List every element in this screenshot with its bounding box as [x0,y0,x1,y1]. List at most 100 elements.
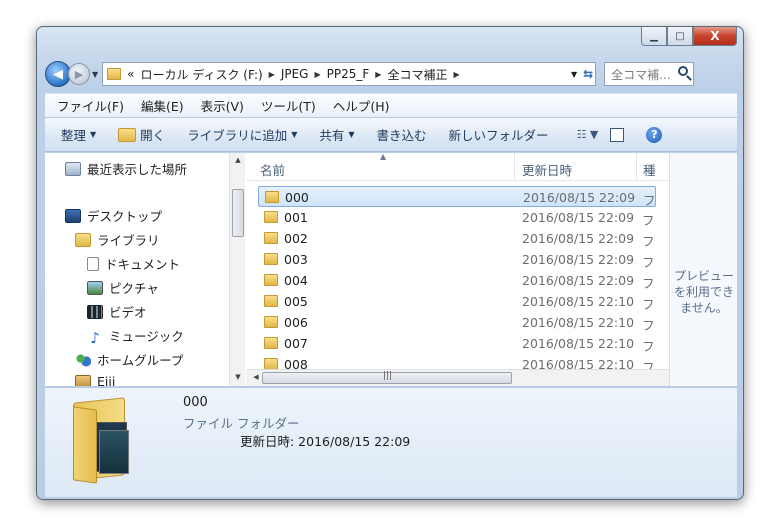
file-list-horizontal-scrollbar[interactable]: ◀ ||| ▶ [246,369,669,386]
file-row[interactable]: 002 2016/08/15 22:09 フ [258,228,656,249]
share-button[interactable]: 共有 ▼ [319,125,354,144]
navigation-scrollbar[interactable]: ▲ ▼ [229,153,245,386]
breadcrumb-separator-icon[interactable]: ▶ [453,70,459,79]
details-modified-date: 更新日時: 2016/08/15 22:09 [240,434,411,449]
menu-edit[interactable]: 編集(E) [141,96,184,115]
scroll-down-arrow-icon[interactable]: ▼ [230,373,245,381]
folder-icon [264,316,278,328]
organize-label: 整理 [61,128,87,143]
burn-button[interactable]: 書き込む [377,125,427,144]
folder-icon [107,68,122,80]
menu-file[interactable]: ファイル(F) [57,96,124,115]
add-to-library-label: ライブラリに追加 [187,128,288,143]
pictures-icon [87,280,103,295]
explorer-window: ▁ □ X ◀ ▶ ▼ « ローカル ディスク (F:) ▶ JPEG ▶ PP… [36,26,744,500]
file-name: 007 [284,336,308,351]
column-divider[interactable] [514,153,515,181]
file-row[interactable]: 004 2016/08/15 22:09 フ [258,270,656,291]
burn-label: 書き込む [376,128,427,143]
address-bar[interactable]: « ローカル ディスク (F:) ▶ JPEG ▶ PP25_F ▶ 全コマ補正… [102,62,597,86]
search-input[interactable]: 全コマ補... [604,62,695,86]
nav-item-libraries[interactable]: ライブラリ [75,230,160,249]
nav-item-label: ビデオ [109,305,147,320]
file-name: 004 [284,273,308,288]
breadcrumb-separator-icon[interactable]: ▶ [375,70,381,79]
file-type: フ [642,297,655,312]
folder-front-shape [73,406,97,484]
breadcrumb-separator-icon[interactable]: ▶ [314,70,320,79]
nav-item-pictures[interactable]: ピクチャ [87,278,159,297]
column-header-name[interactable]: 名前 [260,160,285,179]
organize-button[interactable]: 整理 ▼ [61,125,96,144]
breadcrumb-separator-icon[interactable]: ▶ [269,70,275,79]
details-item-name: 000 [183,395,208,410]
nav-item-videos[interactable]: ビデオ [87,302,147,321]
breadcrumb-overflow[interactable]: « [127,67,134,81]
details-pane: 000 ファイル フォルダー 更新日時: 2016/08/15 22:09 [45,387,737,497]
refresh-icon[interactable]: ⇆ [583,67,593,81]
scrollbar-thumb[interactable]: ||| [262,371,512,384]
maximize-button[interactable]: □ [667,27,693,46]
chevron-down-icon: ▼ [348,130,355,139]
nav-item-label: ミュージック [109,329,184,344]
add-to-library-button[interactable]: ライブラリに追加 ▼ [187,125,297,144]
nav-item-homegroup[interactable]: ホームグループ [75,350,183,369]
address-history-dropdown-icon[interactable]: ▼ [571,70,577,79]
file-type: フ [642,234,655,249]
music-note-icon: ♪ [90,328,100,347]
file-date: 2016/08/15 22:09 [522,231,635,246]
nav-item-music[interactable]: ♪ ミュージック [87,326,184,347]
breadcrumb-current[interactable]: 全コマ補正 [387,66,447,83]
close-button[interactable]: X [693,27,737,46]
nav-item-user[interactable]: Eiji [75,374,115,386]
scroll-up-arrow-icon[interactable]: ▲ [230,156,245,164]
minimize-button[interactable]: ▁ [641,27,667,46]
recent-pages-dropdown-icon[interactable]: ▼ [92,70,98,79]
file-date: 2016/08/15 22:09 [522,210,635,225]
nav-item-label: デスクトップ [87,209,163,224]
forward-button[interactable]: ▶ [68,63,90,85]
folder-icon [264,295,278,307]
preview-unavailable-message: プレビューを利用できません。 [673,269,734,315]
preview-pane-icon[interactable] [610,127,625,142]
nav-item-desktop[interactable]: デスクトップ [65,206,162,225]
command-bar: 整理 ▼ 開く ライブラリに追加 ▼ 共有 ▼ 書き込む 新しいフォルダー ☷ … [45,117,737,152]
file-row[interactable]: 005 2016/08/15 22:10 フ [258,291,656,312]
document-icon [87,256,99,271]
file-name: 002 [284,231,308,246]
breadcrumb-jpeg[interactable]: JPEG [281,67,309,81]
menu-view[interactable]: 表示(V) [201,96,244,115]
column-header-date[interactable]: 更新日時 [522,160,572,179]
new-folder-button[interactable]: 新しいフォルダー [449,125,549,144]
file-row[interactable]: 007 2016/08/15 22:10 フ [258,333,656,354]
chevron-down-icon: ▼ [90,130,97,139]
file-name: 005 [284,294,308,309]
view-options-icon[interactable]: ☷ ▼ [577,128,599,141]
file-row[interactable]: 006 2016/08/15 22:10 フ [258,312,656,333]
recent-places-icon [65,161,81,176]
menu-tools[interactable]: ツール(T) [261,96,316,115]
nav-item-documents[interactable]: ドキュメント [87,254,180,273]
menu-help[interactable]: ヘルプ(H) [333,96,390,115]
navigation-pane: 最近表示した場所 デスクトップ ライブラリ ドキュメント ピクチャ ビデオ ♪ … [45,153,245,386]
file-row[interactable]: 000 2016/08/15 22:09 フ [258,186,656,208]
column-header-type[interactable]: 種 [643,160,656,179]
new-folder-label: 新しいフォルダー [448,128,549,143]
breadcrumb-pp25f[interactable]: PP25_F [327,67,370,81]
search-icon[interactable] [678,66,689,76]
column-divider[interactable] [636,153,637,181]
help-icon[interactable]: ? [646,126,663,143]
file-type: フ [642,339,655,354]
library-icon [75,232,91,247]
column-header-row: ▲ 名前 更新日時 種 [246,153,669,181]
breadcrumb-drive[interactable]: ローカル ディスク (F:) [141,66,263,83]
nav-item-label: 最近表示した場所 [87,162,188,177]
homegroup-icon [75,352,91,367]
file-row[interactable]: 001 2016/08/15 22:09 フ [258,207,656,228]
open-button[interactable]: 開く [118,125,165,144]
nav-item-recent-places[interactable]: 最近表示した場所 [65,159,187,178]
file-type: フ [642,255,655,270]
file-row[interactable]: 003 2016/08/15 22:09 フ [258,249,656,270]
scrollbar-thumb[interactable] [232,189,244,237]
main-area: 最近表示した場所 デスクトップ ライブラリ ドキュメント ピクチャ ビデオ ♪ … [45,153,737,386]
